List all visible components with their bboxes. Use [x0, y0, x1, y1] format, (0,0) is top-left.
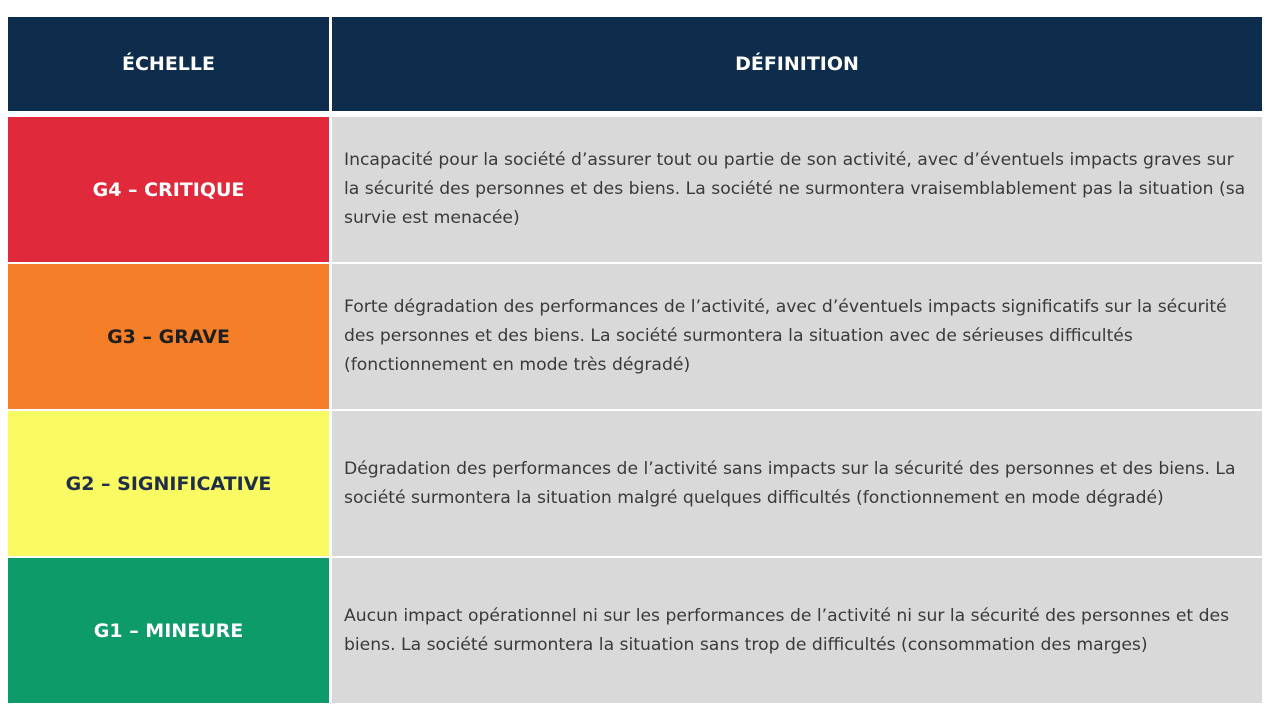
definition-text-g1: Aucun impact opérationnel ni sur les per…: [344, 605, 1230, 655]
level-g1-mineure: G1 – MINEURE: [8, 558, 329, 703]
table-row-g1: G1 – MINEURE Aucun impact opérationnel n…: [8, 558, 1262, 703]
level-g2-significative: G2 – SIGNIFICATIVE: [8, 411, 329, 556]
definition-g4: Incapacité pour la société d’assurer tou…: [332, 117, 1262, 262]
definition-g3: Forte dégradation des performances de l’…: [332, 264, 1262, 409]
table-header-row: ÉCHELLE DÉFINITION: [8, 17, 1262, 111]
level-g4-critique: G4 – CRITIQUE: [8, 117, 329, 262]
severity-scale-table: ÉCHELLE DÉFINITION G4 – CRITIQUE Incapac…: [8, 17, 1262, 705]
header-scale: ÉCHELLE: [8, 17, 329, 111]
header-definition: DÉFINITION: [332, 17, 1262, 111]
table-row-g2: G2 – SIGNIFICATIVE Dégradation des perfo…: [8, 411, 1262, 556]
definition-g1: Aucun impact opérationnel ni sur les per…: [332, 558, 1262, 703]
definition-text-g3: Forte dégradation des performances de l’…: [344, 297, 1227, 375]
definition-text-g2: Dégradation des performances de l’activi…: [344, 458, 1236, 508]
definition-g2: Dégradation des performances de l’activi…: [332, 411, 1262, 556]
table-row-g3: G3 – GRAVE Forte dégradation des perform…: [8, 264, 1262, 409]
level-g3-grave: G3 – GRAVE: [8, 264, 329, 409]
definition-text-g4: Incapacité pour la société d’assurer tou…: [344, 150, 1246, 228]
table-row-g4: G4 – CRITIQUE Incapacité pour la société…: [8, 117, 1262, 262]
